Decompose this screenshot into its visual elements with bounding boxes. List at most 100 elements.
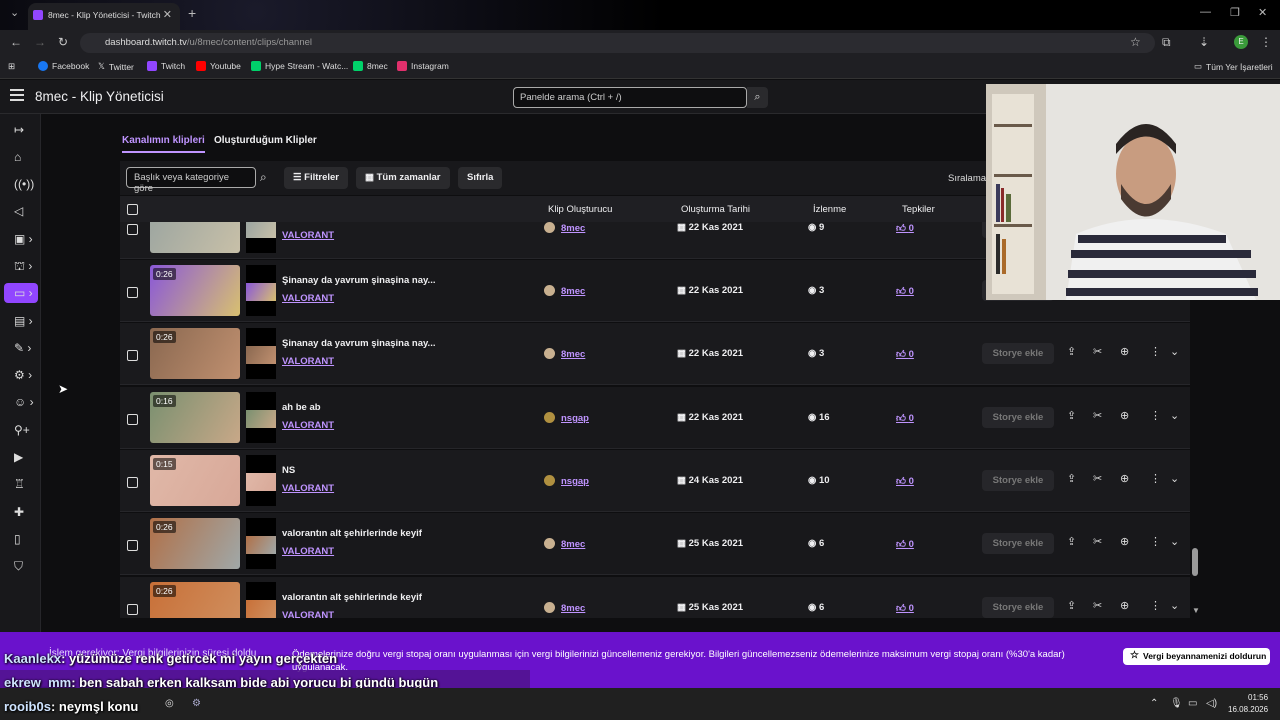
url-field[interactable]: dashboard.twitch.tv/u/8mec/content/clips…	[80, 33, 1155, 53]
forward-icon[interactable]: →	[34, 35, 46, 49]
tab-list-icon[interactable]: ⌄	[10, 6, 19, 19]
all-time-button[interactable]: ▦ Tüm zamanlar	[356, 167, 450, 189]
clip-game-link[interactable]: VALORANT	[282, 610, 334, 618]
microphone-icon[interactable]: 🎙	[1170, 698, 1183, 709]
browser-menu-icon[interactable]: ⋮	[1260, 35, 1272, 49]
bookmark-facebook[interactable]: Facebook	[38, 61, 89, 71]
header-creator[interactable]: Klip Oluşturucu	[548, 204, 612, 215]
minimize-icon[interactable]: —	[1200, 6, 1211, 18]
reload-icon[interactable]: ↻	[58, 35, 68, 49]
sort-label[interactable]: Sıralama	[948, 173, 986, 184]
clip-game-link[interactable]: VALORANT	[282, 546, 334, 557]
taskbar-app-icon[interactable]: ◎	[165, 698, 174, 709]
bookmark-twitter[interactable]: 𝕏 Twitter	[98, 61, 134, 72]
add-circle-icon[interactable]: ⊕	[1120, 599, 1129, 612]
scissors-icon[interactable]: ✂	[1093, 535, 1102, 548]
add-circle-icon[interactable]: ⊕	[1120, 472, 1129, 485]
volume-icon[interactable]: ◁)	[1206, 698, 1217, 709]
clip-title[interactable]: ah be ab	[282, 402, 321, 413]
row-checkbox[interactable]	[127, 350, 138, 361]
clip-creator-link[interactable]: nsgap	[544, 475, 589, 487]
add-to-story-button[interactable]: Storye ekle	[982, 343, 1054, 364]
fill-tax-form-button[interactable]: Vergi beyannamenizi doldurun	[1123, 648, 1270, 665]
row-checkbox[interactable]	[127, 540, 138, 551]
clip-thumbnail[interactable]: 0:26	[150, 518, 240, 569]
clip-creator-link[interactable]: 8mec	[544, 348, 585, 360]
bookmark-instagram[interactable]: Instagram	[397, 61, 449, 71]
bookmark-twitch[interactable]: Twitch	[147, 61, 185, 71]
steam-icon[interactable]: ⚙	[192, 698, 201, 709]
scrollbar-thumb[interactable]	[1192, 548, 1198, 576]
add-circle-icon[interactable]: ⊕	[1120, 345, 1129, 358]
header-date[interactable]: Oluşturma Tarihi	[681, 204, 750, 215]
row-checkbox[interactable]	[127, 414, 138, 425]
bookmark-8mec[interactable]: 8mec	[353, 61, 388, 71]
table-row[interactable]: 0:26 Şinanay da yavrum şinaşina nay... VAL…	[120, 323, 1190, 385]
close-tab-icon[interactable]: ✕	[163, 8, 172, 21]
table-row[interactable]: 0:26 valorantın alt şehirlerinde keyif VAL…	[120, 577, 1190, 618]
more-options-icon[interactable]: ⋮	[1150, 599, 1161, 612]
clip-creator-link[interactable]: 8mec	[544, 602, 585, 614]
clip-title[interactable]: valorantın alt şehirlerinde keyif	[282, 592, 422, 603]
chevron-down-icon[interactable]: ⌄	[1170, 599, 1179, 612]
clip-likes[interactable]: 👍︎ 0	[896, 538, 914, 550]
bookmark-hype-stream[interactable]: Hype Stream - Watc...	[251, 61, 348, 71]
collapse-sidebar-icon[interactable]: ↦	[8, 120, 34, 140]
taskbar-clock[interactable]: 01:56 16.08.2026	[1228, 692, 1268, 716]
tray-chevron-icon[interactable]: ⌃	[1150, 698, 1158, 709]
browser-tab[interactable]: 8mec - Klip Yöneticisi - Twitch ✕	[28, 3, 180, 30]
scissors-icon[interactable]: ✂	[1093, 599, 1102, 612]
add-to-story-button[interactable]: Storye ekle	[982, 407, 1054, 428]
header-views[interactable]: İzlenme	[813, 204, 846, 215]
row-checkbox[interactable]	[127, 224, 138, 235]
downloads-icon[interactable]: ⇣	[1199, 35, 1209, 49]
clip-likes[interactable]: 👍︎ 0	[896, 475, 914, 487]
scissors-icon[interactable]: ✂	[1093, 409, 1102, 422]
more-options-icon[interactable]: ⋮	[1150, 409, 1161, 422]
tab-channel-clips[interactable]: Kanalımın klipleri	[122, 135, 205, 153]
network-icon[interactable]: ▭	[1188, 698, 1197, 709]
clip-likes[interactable]: 👍︎ 0	[896, 222, 914, 234]
select-all-checkbox[interactable]	[127, 204, 138, 215]
row-checkbox[interactable]	[127, 287, 138, 298]
stream-broadcast-icon[interactable]: ((•))	[8, 174, 34, 194]
scissors-icon[interactable]: ✂	[1093, 472, 1102, 485]
new-tab-icon[interactable]: +	[188, 5, 196, 21]
all-bookmarks[interactable]: ▭ Tüm Yer İşaretleri	[1194, 61, 1273, 72]
clip-thumbnail[interactable]: 0:26	[150, 265, 240, 316]
more-options-icon[interactable]: ⋮	[1150, 535, 1161, 548]
clip-title[interactable]: Şinanay da yavrum şinaşina nay...	[282, 338, 435, 349]
chevron-down-icon[interactable]: ⌄	[1170, 535, 1179, 548]
scissors-icon[interactable]: ✂	[1093, 345, 1102, 358]
clip-likes[interactable]: 👍︎ 0	[896, 348, 914, 360]
table-row[interactable]: 0:15 NS VALORANT nsgap ▦ 24 Kas 2021 ◉ 10 👍︎ 0…	[120, 450, 1190, 512]
home-icon[interactable]: ⌂	[8, 147, 34, 167]
back-icon[interactable]: ←	[10, 35, 22, 49]
clip-creator-link[interactable]: 8mec	[544, 285, 585, 297]
add-to-story-button[interactable]: Storye ekle	[982, 597, 1054, 618]
bookmark-youtube[interactable]: Youtube	[196, 61, 241, 71]
filters-button[interactable]: ☰ Filtreler	[284, 167, 349, 189]
clip-game-link[interactable]: VALORANT	[282, 356, 334, 367]
tab-my-clips[interactable]: Oluşturduğum Klipler	[214, 135, 317, 151]
clip-title[interactable]: NS	[282, 465, 295, 476]
search-icon[interactable]: ⌕	[260, 170, 267, 185]
clip-game-link[interactable]: VALORANT	[282, 230, 334, 241]
clip-creator-link[interactable]: 8mec	[544, 538, 585, 550]
bookmark-star-icon[interactable]: ☆	[1130, 35, 1141, 49]
megaphone-icon[interactable]: ◁	[8, 201, 34, 221]
clip-title[interactable]: valorantın alt şehirlerinde keyif	[282, 528, 422, 539]
clip-creator-link[interactable]: nsgap	[544, 412, 589, 424]
clip-game-link[interactable]: VALORANT	[282, 420, 334, 431]
share-icon[interactable]: ⇪	[1067, 599, 1076, 612]
clip-creator-link[interactable]: 8mec	[544, 222, 585, 234]
close-window-icon[interactable]: ✕	[1258, 6, 1267, 19]
search-icon[interactable]: ⌕	[747, 87, 768, 108]
header-reactions[interactable]: Tepkiler	[902, 204, 935, 215]
extensions-icon[interactable]: ⧉	[1162, 35, 1171, 50]
clip-game-link[interactable]: VALORANT	[282, 483, 334, 494]
row-checkbox[interactable]	[127, 604, 138, 615]
clip-likes[interactable]: 👍︎ 0	[896, 285, 914, 297]
scroll-down-icon[interactable]: ▼	[1192, 606, 1200, 615]
more-options-icon[interactable]: ⋮	[1150, 472, 1161, 485]
